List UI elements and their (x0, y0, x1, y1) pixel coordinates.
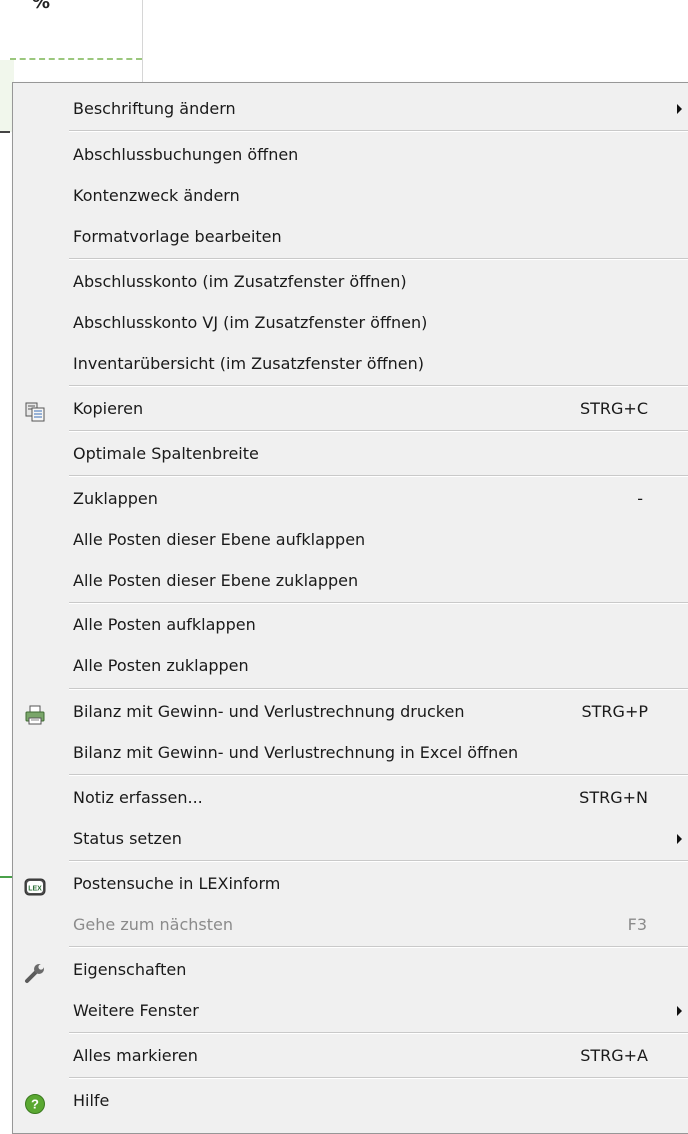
wrench-icon (24, 959, 46, 983)
menu-item-label: Alle Posten aufklappen (73, 615, 256, 634)
menu-item-label: Alle Posten zuklappen (73, 656, 249, 675)
menu-item-formatvorlage-bearbeiten[interactable]: Formatvorlage bearbeiten (13, 217, 688, 257)
menu-item-label: Optimale Spaltenbreite (73, 444, 259, 463)
copy-icon (24, 398, 46, 422)
menu-item-label: Hilfe (73, 1091, 110, 1110)
menu-item-label: Kontenzweck ändern (73, 186, 240, 205)
menu-item-label: Bilanz mit Gewinn- und Verlustrechnung d… (73, 702, 465, 721)
menu-item-label: Abschlusskonto VJ (im Zusatzfenster öffn… (73, 313, 428, 332)
menu-item-kopieren[interactable]: Kopieren STRG+C (13, 389, 688, 429)
menu-item-shortcut: STRG+A (580, 1046, 648, 1065)
menu-item-label: Weitere Fenster (73, 1001, 199, 1020)
menu-separator (69, 130, 688, 132)
menu-item-ebene-zuklappen[interactable]: Alle Posten dieser Ebene zuklappen (13, 561, 688, 601)
menu-separator (69, 1032, 688, 1034)
lexinform-icon: LEX (24, 873, 46, 896)
menu-item-label: Formatvorlage bearbeiten (73, 227, 282, 246)
dashed-selection-border (10, 58, 142, 60)
menu-item-label: Eigenschaften (73, 960, 187, 979)
menu-item-label: Alle Posten dieser Ebene aufklappen (73, 530, 366, 549)
menu-item-bilanz-drucken[interactable]: Bilanz mit Gewinn- und Verlustrechnung d… (13, 692, 688, 732)
menu-separator (69, 258, 688, 260)
menu-separator (69, 602, 688, 604)
submenu-arrow-icon (677, 1006, 682, 1016)
menu-item-alle-zuklappen[interactable]: Alle Posten zuklappen (13, 646, 688, 686)
menu-item-weitere-fenster[interactable]: Weitere Fenster (13, 991, 688, 1031)
menu-item-eigenschaften[interactable]: Eigenschaften (13, 950, 688, 990)
background-percent-text: % (32, 0, 51, 13)
menu-item-status-setzen[interactable]: Status setzen (13, 819, 688, 859)
menu-item-alles-markieren[interactable]: Alles markieren STRG+A (13, 1036, 688, 1076)
menu-separator (69, 688, 688, 690)
menu-separator (69, 475, 688, 477)
submenu-arrow-icon (677, 104, 682, 114)
menu-item-label: Beschriftung ändern (73, 99, 236, 118)
menu-item-shortcut: - (637, 489, 643, 508)
menu-item-kontenzweck-aendern[interactable]: Kontenzweck ändern (13, 176, 688, 216)
menu-item-hilfe[interactable]: ? Hilfe (13, 1081, 688, 1121)
menu-item-abschlussbuchungen-oeffnen[interactable]: Abschlussbuchungen öffnen (13, 135, 688, 175)
menu-item-notiz-erfassen[interactable]: Notiz erfassen... STRG+N (13, 778, 688, 818)
menu-separator (69, 774, 688, 776)
menu-item-shortcut: STRG+N (579, 788, 648, 807)
printer-icon (24, 701, 46, 725)
background-grid-fragment: % (0, 0, 143, 82)
menu-item-beschriftung-aendern[interactable]: Beschriftung ändern (13, 89, 688, 129)
menu-item-gehe-zum-naechsten[interactable]: Gehe zum nächsten F3 (13, 905, 688, 945)
menu-item-label: Bilanz mit Gewinn- und Verlustrechnung i… (73, 743, 519, 762)
help-icon-text: ? (31, 1097, 39, 1112)
menu-item-label: Inventarübersicht (im Zusatzfenster öffn… (73, 354, 424, 373)
menu-item-postensuche-lexinform[interactable]: LEX Postensuche in LEXinform (13, 864, 688, 904)
menu-separator (69, 946, 688, 948)
menu-item-optimale-spaltenbreite[interactable]: Optimale Spaltenbreite (13, 434, 688, 474)
menu-item-inventaruebersicht[interactable]: Inventarübersicht (im Zusatzfenster öffn… (13, 344, 688, 384)
menu-item-zuklappen[interactable]: Zuklappen - (13, 479, 688, 519)
submenu-arrow-icon (677, 834, 682, 844)
menu-item-label: Status setzen (73, 829, 182, 848)
menu-item-label: Zuklappen (73, 489, 158, 508)
menu-item-abschlusskonto-vj[interactable]: Abschlusskonto VJ (im Zusatzfenster öffn… (13, 303, 688, 343)
menu-item-label: Postensuche in LEXinform (73, 874, 281, 893)
menu-item-shortcut: STRG+P (581, 702, 649, 721)
lexinform-icon-text: LEX (28, 886, 42, 893)
menu-separator (69, 860, 688, 862)
menu-separator (69, 430, 688, 432)
menu-item-shortcut: STRG+C (579, 399, 648, 418)
menu-item-shortcut: F3 (627, 915, 647, 934)
menu-item-label: Alles markieren (73, 1046, 198, 1065)
context-menu: Beschriftung ändern Abschlussbuchungen ö… (12, 82, 688, 1134)
menu-item-label: Gehe zum nächsten (73, 915, 233, 934)
menu-item-alle-aufklappen[interactable]: Alle Posten aufklappen (13, 605, 688, 645)
menu-item-label: Abschlussbuchungen öffnen (73, 145, 299, 164)
background-tick-green (0, 876, 12, 878)
menu-item-ebene-aufklappen[interactable]: Alle Posten dieser Ebene aufklappen (13, 520, 688, 560)
menu-item-label: Abschlusskonto (im Zusatzfenster öffnen) (73, 272, 407, 291)
menu-item-label: Alle Posten dieser Ebene zuklappen (73, 571, 359, 590)
menu-item-bilanz-excel[interactable]: Bilanz mit Gewinn- und Verlustrechnung i… (13, 733, 688, 773)
menu-separator (69, 1077, 688, 1079)
help-icon: ? (24, 1090, 46, 1114)
menu-item-abschlusskonto[interactable]: Abschlusskonto (im Zusatzfenster öffnen) (13, 262, 688, 302)
background-tick (0, 131, 10, 133)
menu-item-label: Kopieren (73, 399, 144, 418)
menu-separator (69, 385, 688, 387)
menu-item-label: Notiz erfassen... (73, 788, 203, 807)
